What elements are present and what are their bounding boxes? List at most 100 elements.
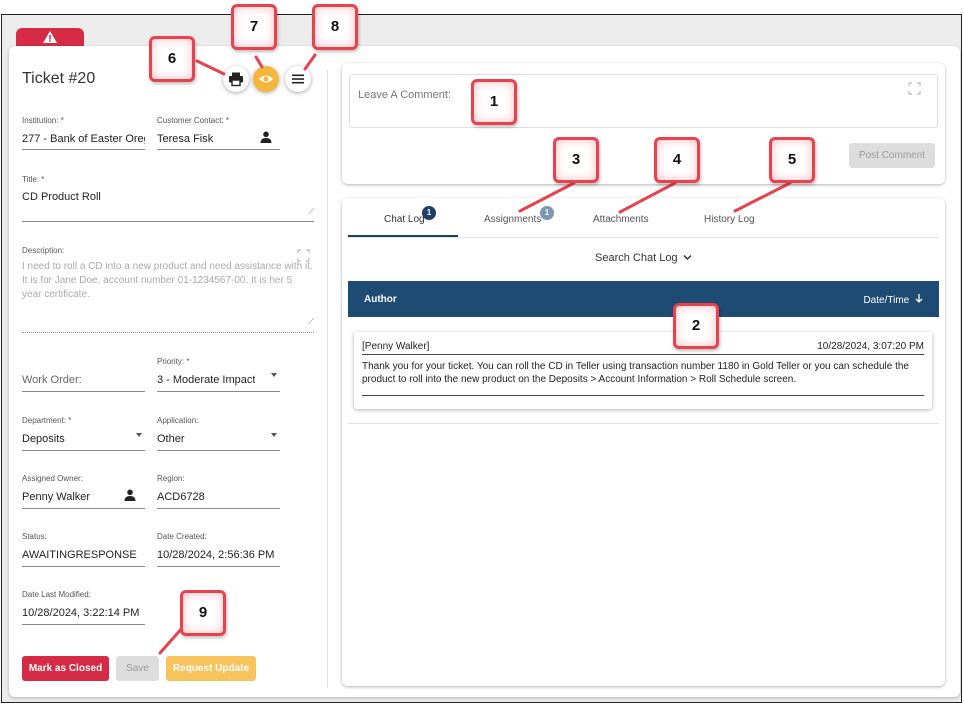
tab-label: History Log (704, 214, 755, 225)
field-underline (22, 450, 145, 451)
person-icon[interactable] (124, 489, 136, 501)
department-value: Deposits (22, 433, 65, 445)
chevron-down-icon (683, 254, 692, 261)
title-value: CD Product Roll (22, 191, 101, 203)
callout-2: 2 (673, 303, 719, 349)
application-select[interactable]: Application: Other (157, 416, 280, 452)
tab-attachments[interactable]: Attachments (593, 214, 649, 225)
menu-icon (292, 74, 304, 84)
save-button[interactable]: Save (116, 656, 159, 681)
warning-icon (43, 31, 57, 43)
description-field[interactable]: Description: I need to roll a CD into a … (22, 246, 314, 334)
chat-table-header: Author Date/Time (348, 281, 939, 317)
region-label: Region: (157, 474, 185, 483)
priority-select[interactable]: Priority: * 3 - Moderate Impact (157, 357, 280, 393)
person-icon[interactable] (260, 131, 272, 143)
callout-5: 5 (769, 137, 815, 183)
arrow-down-icon (915, 294, 923, 303)
assigned-owner-label: Assigned Owner: (22, 474, 83, 483)
date-column-header[interactable]: Date/Time (863, 294, 923, 306)
work-order-field[interactable]: Work Order: (22, 360, 145, 393)
priority-label: Priority: * (157, 357, 190, 366)
tab-divider (348, 237, 939, 238)
alert-tab[interactable] (16, 28, 84, 48)
callout-6: 6 (149, 36, 195, 82)
field-underline (22, 391, 145, 392)
field-underline (157, 149, 280, 150)
description-label: Description: (22, 246, 65, 255)
assigned-owner-field[interactable]: Assigned Owner: Penny Walker (22, 474, 145, 510)
callout-9: 9 (180, 590, 226, 636)
field-underline (22, 221, 314, 222)
panel-divider (327, 70, 328, 688)
comment-placeholder: Leave A Comment: (358, 89, 451, 101)
date-created-value: 10/28/2024, 2:56:36 PM (157, 549, 275, 561)
tab-label: Chat Log (384, 214, 425, 225)
eye-icon (259, 75, 273, 83)
chevron-down-icon (136, 433, 142, 437)
description-value: I need to roll a CD into a new product a… (22, 261, 313, 300)
work-order-input[interactable]: Work Order: (22, 374, 82, 386)
field-underline (157, 450, 280, 451)
tab-chat-log[interactable]: Chat Log (384, 214, 425, 225)
tab-badge: 1 (422, 206, 436, 220)
resize-handle[interactable]: ⟋ (308, 207, 314, 217)
field-underline (22, 332, 314, 333)
title-label: Title: * (22, 175, 45, 184)
date-modified-field: Date Last Modified: 10/28/2024, 3:22:14 … (22, 590, 145, 626)
date-created-field: Date Created: 10/28/2024, 2:56:36 PM (157, 532, 280, 568)
callout-7: 7 (231, 4, 277, 50)
field-underline (22, 566, 145, 567)
resize-handle[interactable]: ⟋ (308, 317, 314, 327)
message-body: Thank you for your ticket. You can roll … (362, 361, 909, 385)
institution-label: Institution: * (22, 116, 64, 125)
application-label: Application: (157, 416, 199, 425)
customer-contact-label: Customer Contact: * (157, 116, 230, 125)
callout-3: 3 (553, 137, 599, 183)
post-comment-button[interactable]: Post Comment (849, 143, 935, 168)
comment-input[interactable]: Leave A Comment: (349, 74, 938, 128)
customer-contact-field[interactable]: Customer Contact: * Teresa Fisk (157, 116, 280, 151)
field-underline (157, 566, 280, 567)
chevron-down-icon (271, 373, 277, 377)
callout-1: 1 (471, 79, 517, 125)
institution-field[interactable]: Institution: * 277 - Bank of Easter Oreg (22, 116, 145, 151)
active-tab-indicator (348, 235, 458, 237)
institution-value: 277 - Bank of Easter Oreg (22, 133, 145, 145)
search-chat-log-label: Search Chat Log (595, 252, 678, 264)
mark-closed-button[interactable]: Mark as Closed (22, 656, 109, 681)
print-icon (229, 72, 243, 87)
tab-history-log[interactable]: History Log (704, 214, 755, 225)
author-column-header[interactable]: Author (364, 294, 397, 305)
tab-label: Attachments (593, 214, 649, 225)
comment-card: Leave A Comment: Post Comment (342, 63, 945, 184)
tab-badge: 1 (540, 206, 554, 220)
chevron-down-icon (271, 433, 277, 437)
menu-button[interactable] (285, 66, 311, 92)
date-modified-label: Date Last Modified: (22, 590, 91, 599)
request-update-button[interactable]: Request Update (166, 656, 256, 681)
status-field: Status: AWAITINGRESPONSE (22, 532, 145, 568)
region-field[interactable]: Region: ACD6728 (157, 474, 280, 510)
date-created-label: Date Created: (157, 532, 207, 541)
application-value: Other (157, 433, 185, 445)
tab-assignments[interactable]: Assignments (484, 214, 541, 225)
field-underline (157, 391, 280, 392)
chat-message: [Penny Walker] 10/28/2024, 3:07:20 PM Th… (354, 332, 932, 409)
print-button[interactable] (223, 66, 249, 92)
title-field[interactable]: Title: * CD Product Roll ⟋ (22, 175, 314, 223)
tab-label: Assignments (484, 214, 542, 225)
department-label: Department: * (22, 416, 72, 425)
chat-card: Chat Log 1 Assignments 1 Attachments His… (342, 198, 945, 686)
search-chat-log-toggle[interactable]: Search Chat Log (595, 252, 692, 264)
assigned-owner-value: Penny Walker (22, 491, 91, 503)
field-underline (22, 624, 145, 625)
date-column-label: Date/Time (863, 295, 910, 306)
status-value: AWAITINGRESPONSE (22, 549, 137, 561)
region-value: ACD6728 (157, 491, 205, 503)
view-button[interactable] (253, 66, 279, 92)
expand-icon[interactable] (908, 82, 921, 95)
callout-4: 4 (654, 137, 700, 183)
callout-8: 8 (312, 4, 358, 50)
department-select[interactable]: Department: * Deposits (22, 416, 145, 452)
